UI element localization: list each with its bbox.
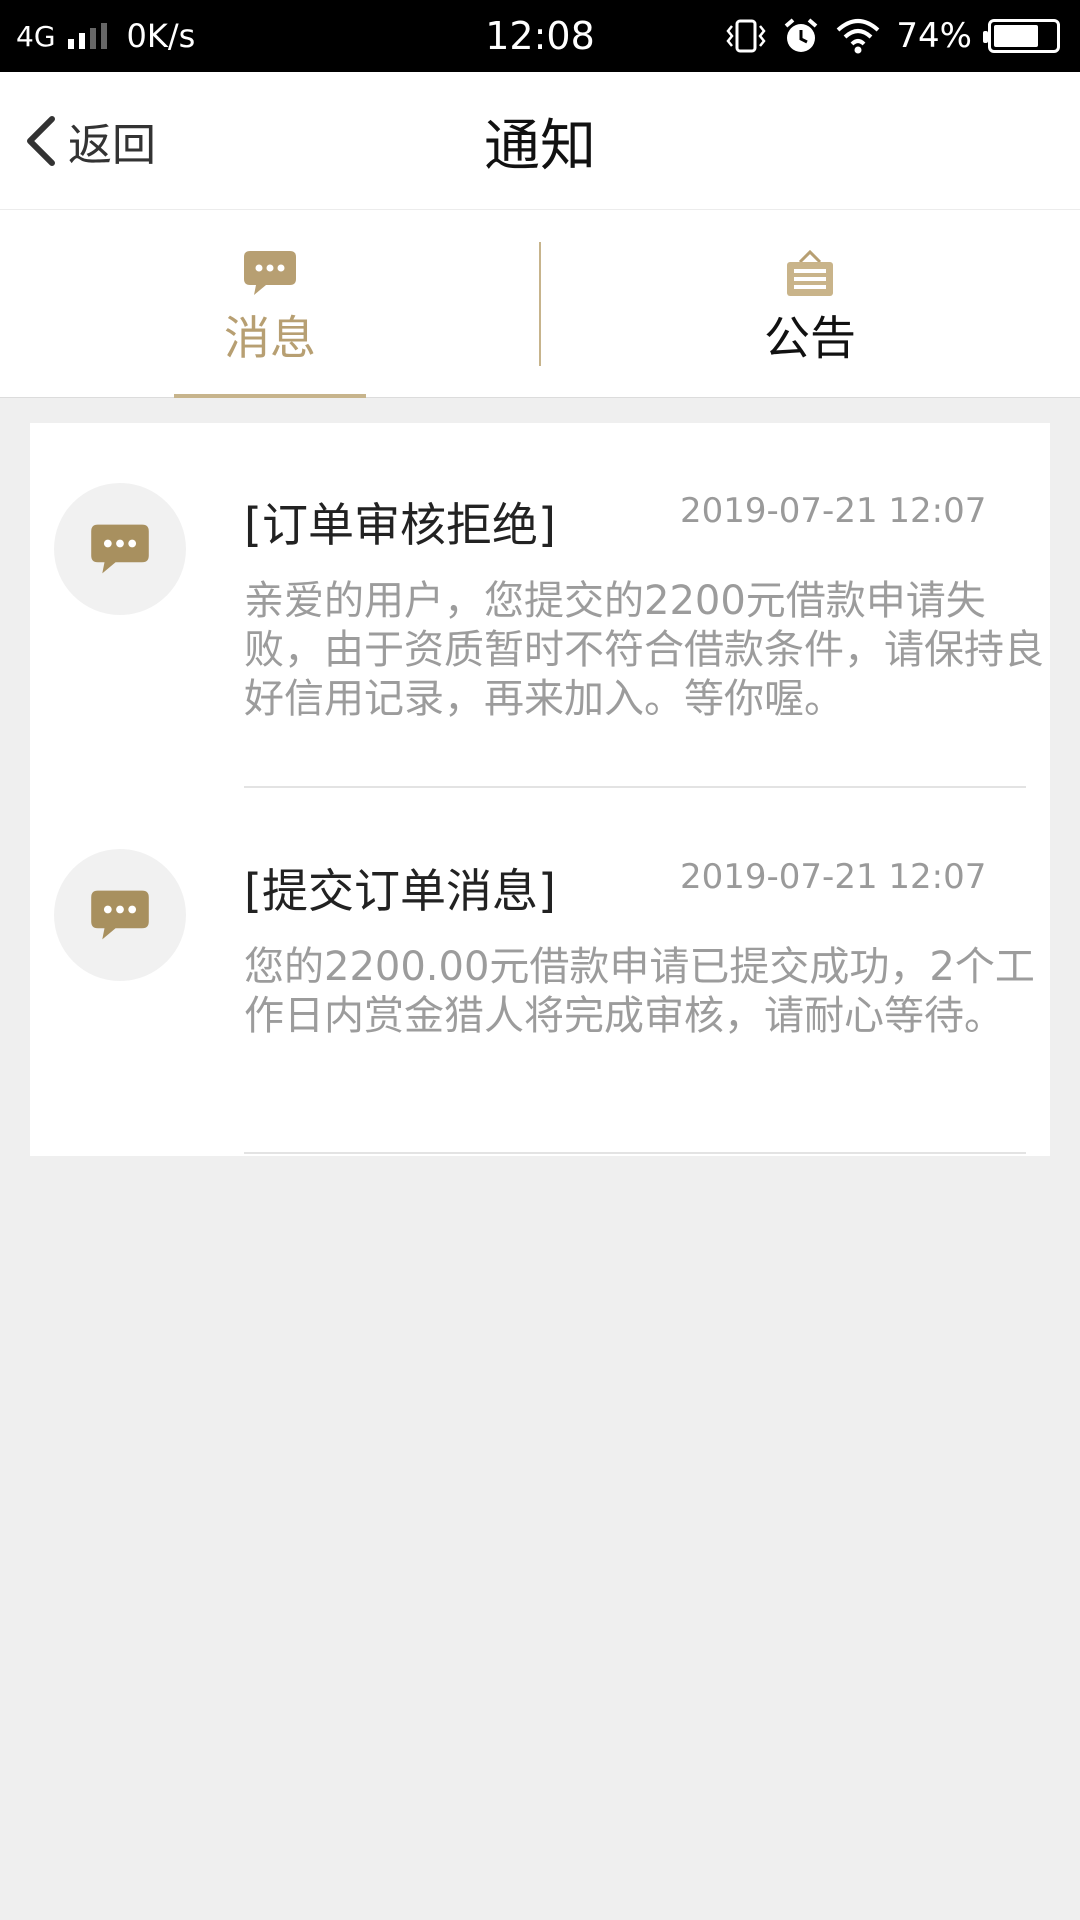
page-title: 通知: [484, 113, 596, 179]
chat-bubble-icon: [91, 524, 149, 574]
message-time: 2019-07-21 12:07: [680, 491, 987, 531]
chevron-left-icon: [27, 116, 55, 166]
alarm-icon: [785, 18, 818, 52]
tab-announcements[interactable]: 公告: [540, 210, 1080, 398]
list-item[interactable]: [提交订单消息] 2019-07-21 12:07 您的2200.00元借款申请…: [30, 789, 1050, 1155]
tab-announcements-label: 公告: [764, 311, 856, 365]
chat-bubble-icon: [91, 890, 149, 940]
nav-header: 返回 通知: [0, 72, 1080, 210]
wifi-icon: [837, 19, 880, 54]
message-avatar: [54, 483, 186, 615]
status-right: 74%: [726, 14, 1060, 58]
status-bar: 4G 0K/s 12:08 74%: [0, 0, 1080, 72]
message-title: [订单审核拒绝]: [244, 498, 556, 552]
message-body: 您的2200.00元借款申请已提交成功，2个工作日内赏金猎人将完成审核，请耐心等…: [244, 944, 1035, 1039]
tab-messages-label: 消息: [224, 311, 316, 365]
active-tab-indicator: [174, 394, 366, 398]
divider: [244, 786, 1026, 788]
tab-messages[interactable]: 消息: [0, 210, 540, 398]
message-body: 亲爱的用户，您提交的2200元借款申请失败，由于资质暂时不符合借款条件，请保持良…: [244, 578, 1044, 722]
list-item[interactable]: [订单审核拒绝] 2019-07-21 12:07 亲爱的用户，您提交的2200…: [30, 423, 1050, 789]
battery-icon: [983, 19, 1060, 53]
battery-percent: 74%: [896, 16, 972, 56]
notice-board-icon: [784, 248, 836, 298]
message-title: [提交订单消息]: [244, 864, 556, 918]
message-list: [订单审核拒绝] 2019-07-21 12:07 亲爱的用户，您提交的2200…: [30, 423, 1050, 1156]
back-button[interactable]: 返回: [24, 72, 156, 210]
message-avatar: [54, 849, 186, 981]
battery-fill: [994, 25, 1039, 47]
chat-bubble-icon: [242, 248, 298, 298]
vibrate-icon: [726, 19, 767, 53]
tab-bar: 消息 公告: [0, 210, 1080, 398]
divider: [244, 1152, 1026, 1154]
back-label: 返回: [68, 120, 156, 171]
message-time: 2019-07-21 12:07: [680, 857, 987, 897]
